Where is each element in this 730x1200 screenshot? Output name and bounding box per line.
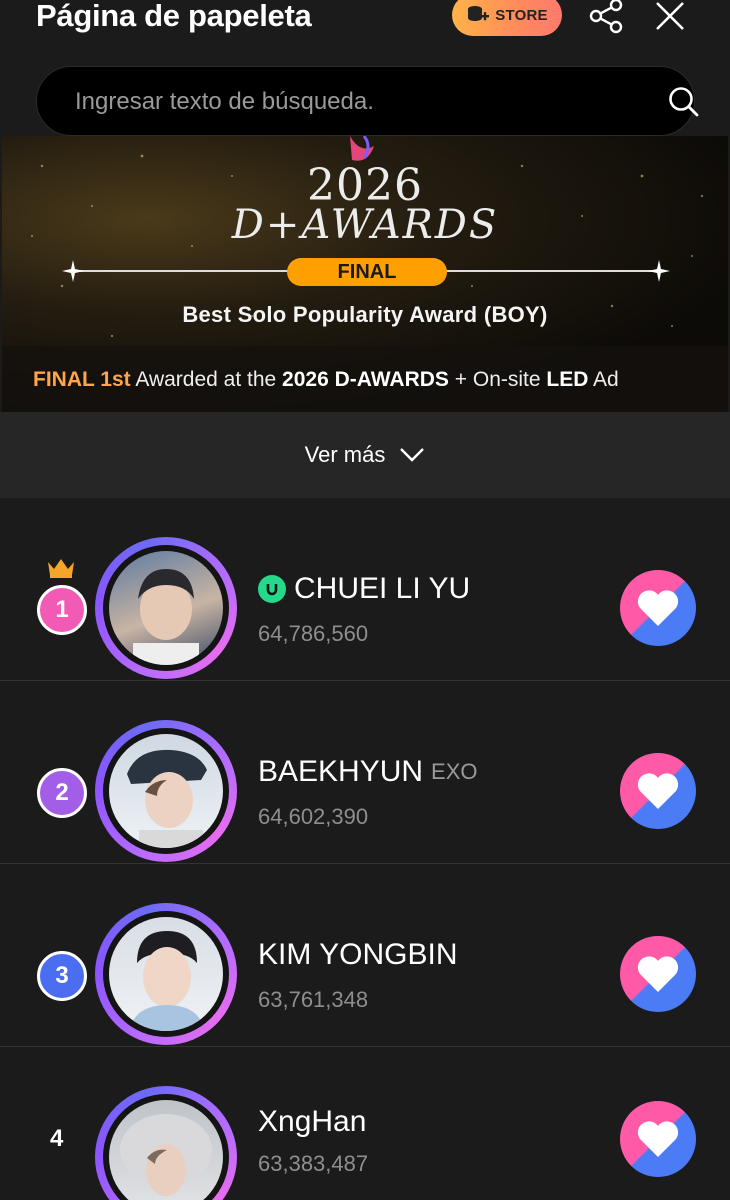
ranking-row[interactable]: 4 XngHan 63,383,487 (0, 1047, 730, 1200)
search-bar[interactable] (36, 66, 699, 137)
artist-name-line: KIM YONGBIN (258, 938, 457, 972)
vote-count: 63,383,487 (258, 1151, 369, 1176)
artist-name: BAEKHYUN (258, 755, 424, 788)
star-icon (648, 260, 670, 282)
vote-count: 64,602,390 (258, 804, 369, 829)
ranking-row[interactable]: 3 KIM YONGBIN 63,761,348 (0, 864, 730, 1047)
heart-icon (637, 773, 679, 809)
close-icon (656, 2, 684, 30)
search-icon[interactable] (667, 85, 701, 119)
artist-photo (129, 931, 205, 1031)
verified-icon (258, 575, 286, 603)
rank-badge: 2 (37, 768, 87, 818)
top-bar: Página de papeleta STORE (0, 0, 730, 60)
avatar[interactable] (95, 903, 237, 1045)
vote-button[interactable] (620, 753, 696, 829)
heart-icon (637, 956, 679, 992)
artist-name-line: BAEKHYUN EXO (258, 755, 478, 789)
vote-button[interactable] (620, 570, 696, 646)
coin-stack-icon (468, 6, 490, 21)
page-title: Página de papeleta (36, 0, 312, 33)
divider (446, 270, 658, 272)
rank-badge: 3 (37, 951, 87, 1001)
heart-icon (637, 1121, 679, 1157)
artist-name: KIM YONGBIN (258, 938, 458, 971)
divider (74, 270, 288, 272)
event-banner[interactable]: 2026 D+AWARDS FINAL Best Solo Popularity… (2, 136, 728, 412)
heart-icon (637, 590, 679, 626)
store-label: STORE (495, 6, 548, 24)
vote-button[interactable] (620, 1101, 696, 1177)
ranking-row[interactable]: 1 CHUEI LI YU 64,786,560 (0, 498, 730, 681)
search-input[interactable] (75, 67, 635, 137)
artist-name: XngHan (258, 1105, 367, 1138)
artist-group: EXO (431, 759, 478, 784)
stage-pill: FINAL (287, 258, 447, 286)
artist-photo (133, 569, 199, 665)
banner-reward-strip: FINAL 1st Awarded at the 2026 D-AWARDS +… (2, 346, 728, 412)
artist-photo (127, 749, 207, 848)
share-icon (589, 0, 623, 34)
chevron-down-icon (400, 448, 425, 462)
vote-button[interactable] (620, 936, 696, 1012)
store-button[interactable]: STORE (452, 0, 562, 36)
vote-count: 64,786,560 (258, 621, 369, 646)
vote-count: 63,761,348 (258, 987, 369, 1012)
rank-badge: 1 (37, 585, 87, 635)
artist-name-line: CHUEI LI YU (258, 572, 470, 606)
see-more-button[interactable]: Ver más (0, 412, 730, 498)
rank-number: 4 (50, 1125, 64, 1152)
see-more-label: Ver más (304, 442, 386, 467)
avatar[interactable] (95, 720, 237, 862)
reward-text: FINAL 1st Awarded at the 2026 D-AWARDS +… (33, 368, 619, 391)
artist-photo (120, 1114, 212, 1196)
artist-name: CHUEI LI YU (294, 572, 471, 605)
close-button[interactable] (648, 0, 692, 38)
avatar[interactable] (95, 1086, 237, 1200)
ranking-row[interactable]: 2 BAEKHYUN EXO 64,602,390 (0, 681, 730, 864)
avatar[interactable] (95, 537, 237, 679)
crown-icon (48, 559, 74, 578)
artist-name-line: XngHan (258, 1105, 366, 1139)
share-button[interactable] (584, 0, 628, 38)
star-icon (62, 260, 84, 282)
award-title: Best Solo Popularity Award (BOY) (182, 302, 548, 327)
banner-event-name: D+AWARDS (231, 202, 499, 248)
